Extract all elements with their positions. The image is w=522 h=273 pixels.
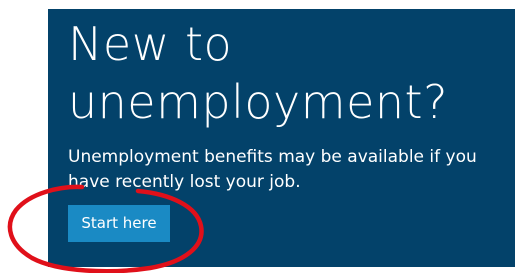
hero-title-line-1: New to xyxy=(68,17,233,71)
hero-title: New to unemployment? xyxy=(68,15,448,131)
hero-description: Unemployment benefits may be available i… xyxy=(68,147,477,192)
screenshot-stage: New to unemployment? Unemployment benefi… xyxy=(0,0,522,273)
start-here-button[interactable]: Start here xyxy=(68,205,170,242)
hero-banner: New to unemployment? Unemployment benefi… xyxy=(48,9,515,267)
hero-title-line-2: unemployment? xyxy=(68,75,448,129)
